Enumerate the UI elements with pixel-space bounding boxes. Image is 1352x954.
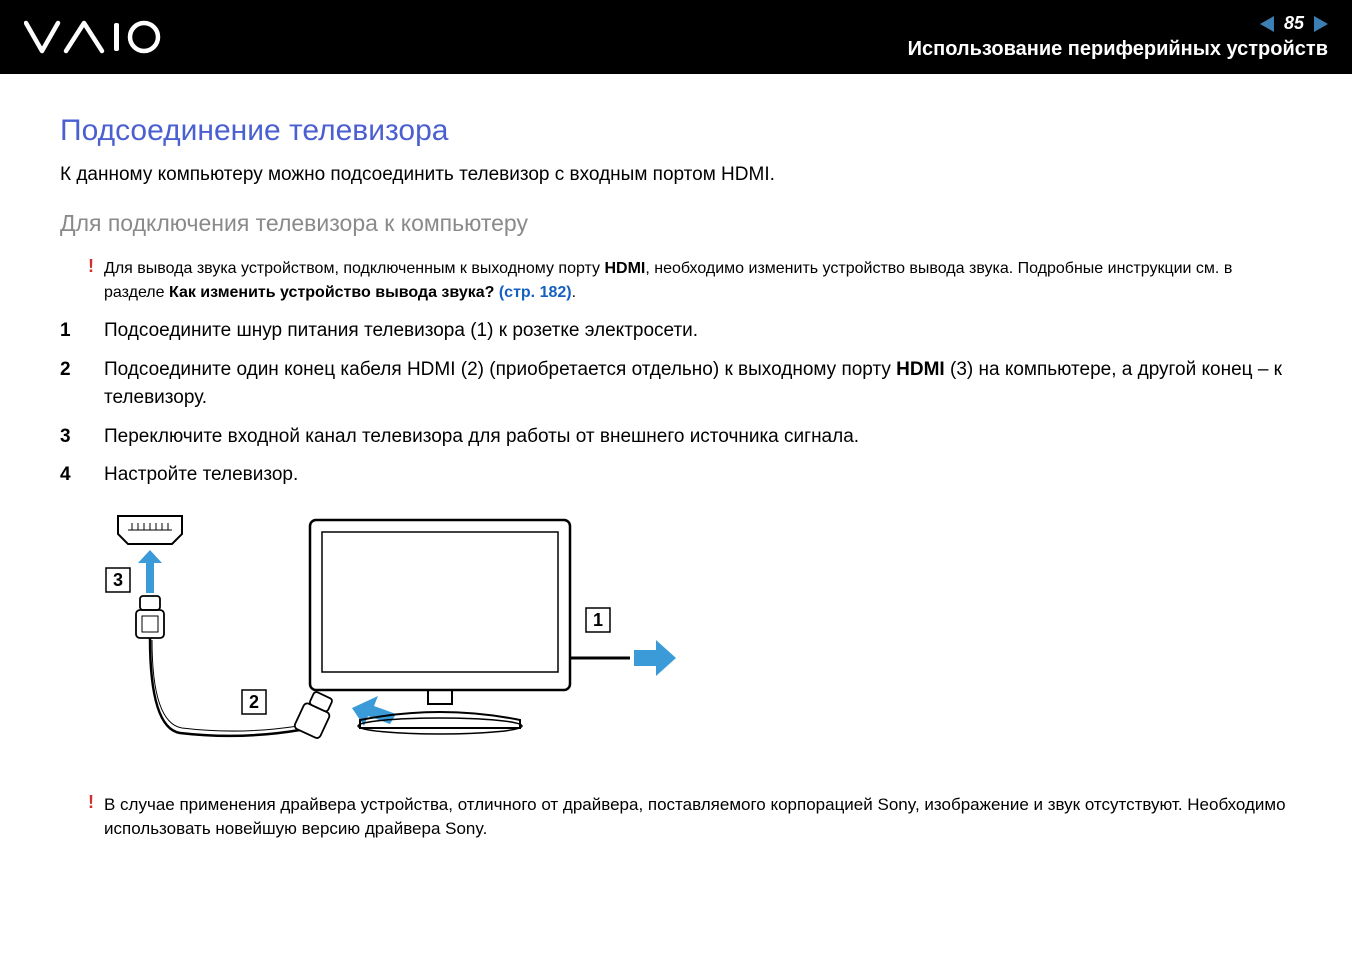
diagram-label-1: 1 bbox=[593, 610, 603, 630]
step-item: 3 Переключите входной канал телевизора д… bbox=[60, 423, 1292, 452]
step-item: 2 Подсоедините один конец кабеля HDMI (2… bbox=[60, 356, 1292, 413]
step-list: 1 Подсоедините шнур питания телевизора (… bbox=[60, 317, 1292, 490]
prev-page-arrow[interactable] bbox=[1260, 16, 1274, 32]
section-title: Подсоединение телевизора bbox=[60, 114, 1292, 148]
step-number: 1 bbox=[60, 317, 104, 346]
connection-diagram: 3 2 bbox=[100, 508, 1292, 773]
warning-note-2: ! В случае применения драйвера устройств… bbox=[88, 793, 1292, 842]
header-right: 85 Использование периферийных устройств bbox=[908, 13, 1328, 61]
next-page-arrow[interactable] bbox=[1314, 16, 1328, 32]
breadcrumb: Использование периферийных устройств bbox=[908, 38, 1328, 61]
page-header: 85 Использование периферийных устройств bbox=[0, 0, 1352, 74]
step-number: 4 bbox=[60, 461, 104, 490]
warning-text-1: Для вывода звука устройством, подключенн… bbox=[104, 257, 1292, 305]
step-text: Подсоедините один конец кабеля HDMI (2) … bbox=[104, 356, 1292, 413]
step-text: Подсоедините шнур питания телевизора (1)… bbox=[104, 317, 698, 346]
intro-text: К данному компьютеру можно подсоединить … bbox=[60, 164, 1292, 186]
step-text: Переключите входной канал телевизора для… bbox=[104, 423, 859, 452]
step-item: 1 Подсоедините шнур питания телевизора (… bbox=[60, 317, 1292, 346]
step-text: Настройте телевизор. bbox=[104, 461, 298, 490]
subsection-title: Для подключения телевизора к компьютеру bbox=[60, 210, 1292, 237]
warning-icon: ! bbox=[88, 793, 104, 842]
warning-text-2: В случае применения драйвера устройства,… bbox=[104, 793, 1292, 842]
page-content: Подсоединение телевизора К данному компь… bbox=[0, 74, 1352, 862]
page-navigation: 85 bbox=[908, 13, 1328, 34]
step-number: 3 bbox=[60, 423, 104, 452]
warning-icon: ! bbox=[88, 257, 104, 305]
vaio-logo bbox=[24, 19, 164, 55]
page-reference-link[interactable]: (стр. 182) bbox=[499, 284, 572, 301]
page-number: 85 bbox=[1284, 13, 1304, 34]
warning-note-1: ! Для вывода звука устройством, подключе… bbox=[88, 257, 1292, 305]
diagram-label-3: 3 bbox=[113, 570, 123, 590]
diagram-label-2: 2 bbox=[249, 692, 259, 712]
step-number: 2 bbox=[60, 356, 104, 413]
step-item: 4 Настройте телевизор. bbox=[60, 461, 1292, 490]
